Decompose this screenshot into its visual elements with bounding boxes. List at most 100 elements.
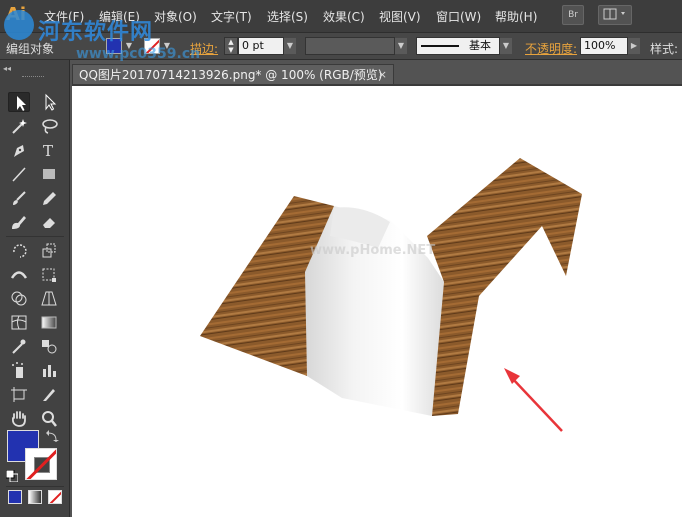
width-tool[interactable] <box>8 264 30 284</box>
color-mode-button[interactable] <box>8 490 22 504</box>
shape-builder-tool[interactable] <box>8 288 30 308</box>
paintbrush-icon <box>13 191 26 205</box>
pen-tool[interactable] <box>8 140 30 160</box>
menu-effect[interactable]: 效果(C) <box>323 8 365 25</box>
symbol-sprayer-icon <box>12 362 23 378</box>
profile-dropdown-icon[interactable]: ▼ <box>395 38 407 54</box>
collapse-panel-icon[interactable]: ◂◂ <box>3 64 11 73</box>
pencil-icon <box>43 192 56 205</box>
workspace-switcher-button[interactable] <box>598 5 632 25</box>
style-label: 样式: <box>650 42 679 56</box>
direct-selection-tool[interactable] <box>38 92 60 112</box>
perspective-grid-tool[interactable] <box>38 288 60 308</box>
blob-brush-tool[interactable] <box>8 212 30 232</box>
stroke-swatch[interactable] <box>25 448 57 480</box>
annotation-arrow-shaft <box>511 377 563 432</box>
wood-shape-right <box>427 158 582 416</box>
scale-icon <box>42 243 56 258</box>
hand-icon <box>11 411 26 427</box>
document-tab[interactable]: QQ图片20170714213926.png* @ 100% (RGB/预览) … <box>72 64 394 85</box>
watermark-text: 河东软件网 <box>38 19 154 45</box>
swap-fill-stroke-icon[interactable] <box>46 430 60 442</box>
canvas-watermark: www.pHome.NET <box>310 243 435 258</box>
blend-tool[interactable] <box>38 336 60 356</box>
menu-window[interactable]: 窗口(W) <box>436 8 481 25</box>
watermark-url: www.pc0359.cn <box>76 46 201 62</box>
close-tab-icon[interactable]: × <box>378 65 387 85</box>
artboard-tool[interactable] <box>8 384 30 404</box>
tools-panel: ◂◂ T <box>0 60 70 517</box>
rectangle-tool[interactable] <box>38 164 60 184</box>
zoom-magnifier-icon <box>42 411 57 427</box>
panel-grip[interactable] <box>22 76 44 78</box>
watermark-logo <box>4 10 34 40</box>
selection-tool[interactable] <box>8 92 30 112</box>
line-segment-tool[interactable] <box>8 164 30 184</box>
none-slash-icon <box>49 491 61 503</box>
document-tab-title: QQ图片20170714213926.png* @ 100% (RGB/预览) <box>79 68 383 82</box>
paintbrush-tool[interactable] <box>8 188 30 208</box>
opacity-dropdown-icon[interactable]: ▶ <box>628 38 640 54</box>
stroke-weight-input[interactable]: 0 pt <box>238 37 284 55</box>
symbol-sprayer-tool[interactable] <box>8 360 30 380</box>
gradient-icon <box>41 316 57 329</box>
slice-knife-icon <box>43 389 55 401</box>
menu-select[interactable]: 选择(S) <box>267 8 308 25</box>
menu-view[interactable]: 视图(V) <box>379 8 421 25</box>
mesh-icon <box>11 315 27 330</box>
width-tool-icon <box>10 271 28 279</box>
opacity-input[interactable]: 100% <box>580 37 628 55</box>
rectangle-icon <box>43 169 55 179</box>
eyedropper-tool[interactable] <box>8 336 30 356</box>
magic-wand-icon <box>12 119 27 134</box>
brush-label: 基本 <box>469 39 491 52</box>
perspective-grid-icon <box>41 291 57 306</box>
brush-definition-select[interactable]: 基本 <box>416 37 500 55</box>
stroke-weight-dropdown-icon[interactable]: ▼ <box>284 38 296 54</box>
shape-builder-icon <box>11 291 27 306</box>
blob-brush-icon <box>12 216 26 229</box>
none-mode-button[interactable] <box>48 490 62 504</box>
type-t-icon: T <box>43 142 53 160</box>
artboard-icon <box>11 387 27 402</box>
pen-nib-icon <box>14 145 24 157</box>
variable-width-profile-select[interactable] <box>305 37 395 55</box>
slice-tool[interactable] <box>38 384 60 404</box>
rotate-icon <box>13 244 27 258</box>
gradient-tool[interactable] <box>38 312 60 332</box>
magic-wand-tool[interactable] <box>8 116 30 136</box>
free-transform-icon <box>42 268 56 282</box>
menu-help[interactable]: 帮助(H) <box>495 8 537 25</box>
mesh-tool[interactable] <box>8 312 30 332</box>
stroke-weight-stepper[interactable]: ▲ ▼ <box>224 37 238 55</box>
rotate-tool[interactable] <box>8 240 30 260</box>
pencil-tool[interactable] <box>38 188 60 208</box>
column-graph-tool[interactable] <box>38 360 60 380</box>
scale-tool[interactable] <box>38 240 60 260</box>
default-fill-stroke-icon[interactable] <box>5 469 19 483</box>
gradient-mode-button[interactable] <box>28 490 42 504</box>
eraser-tool[interactable] <box>38 212 60 232</box>
line-segment-icon <box>12 167 26 182</box>
hand-tool[interactable] <box>8 408 30 428</box>
free-transform-tool[interactable] <box>38 264 60 284</box>
toolbar-separator <box>6 236 64 237</box>
lasso-icon <box>42 119 58 134</box>
bridge-button[interactable]: Br <box>562 5 584 25</box>
eyedropper-icon <box>12 339 26 354</box>
toolbar-separator <box>6 486 64 487</box>
menu-object[interactable]: 对象(O) <box>154 8 197 25</box>
lasso-tool[interactable] <box>38 116 60 136</box>
selection-arrow-icon <box>17 96 26 111</box>
zoom-tool[interactable] <box>38 408 60 428</box>
opacity-link[interactable]: 不透明度: <box>525 42 577 56</box>
eraser-icon <box>43 218 55 228</box>
brush-dropdown-icon[interactable]: ▼ <box>500 38 512 54</box>
column-graph-icon <box>43 365 56 377</box>
direct-selection-arrow-icon <box>45 93 57 111</box>
brush-stroke-preview <box>421 45 459 47</box>
menu-type[interactable]: 文字(T) <box>211 8 252 25</box>
artboard-canvas[interactable]: www.pHome.NET <box>72 86 682 517</box>
type-tool[interactable]: T <box>38 140 60 160</box>
canvas-artwork: www.pHome.NET <box>200 158 582 432</box>
